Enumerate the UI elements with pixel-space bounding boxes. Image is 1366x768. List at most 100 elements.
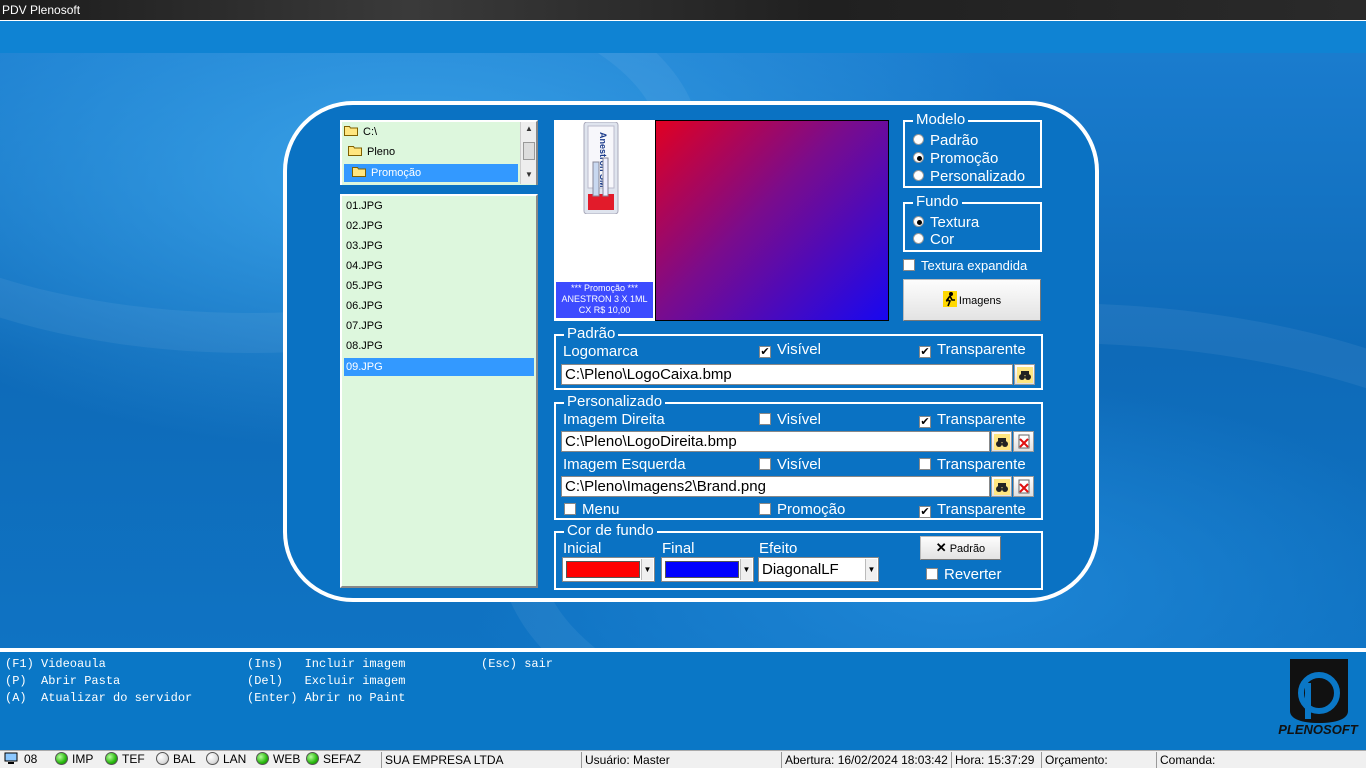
textura-expandida-checkbox[interactable]: Textura expandida	[903, 258, 1027, 274]
modelo-group: Modelo Padrão Promoção Personalizado	[903, 112, 1042, 188]
computer-icon	[4, 752, 18, 764]
shortcut-ins: (Ins) Incluir imagem	[247, 657, 406, 671]
efeito-select[interactable]: DiagonalLF ▼	[758, 557, 879, 582]
checkbox-icon	[919, 458, 931, 470]
binoculars-icon	[994, 479, 1010, 495]
status-web: WEB	[256, 751, 300, 768]
reverter-checkbox[interactable]: Reverter	[926, 567, 1002, 583]
status-led-icon	[156, 752, 169, 765]
folder-scrollbar[interactable]: ▲ ▼	[520, 122, 536, 184]
folder-item-promocao[interactable]: Promoção	[344, 164, 518, 182]
file-item[interactable]: 03.JPG	[344, 237, 534, 255]
clear-direita-button[interactable]	[1013, 431, 1034, 452]
personalizado-transparente-checkbox[interactable]: ✔ Transparente	[919, 502, 1026, 518]
radio-selected-icon	[913, 152, 924, 163]
efeito-label: Efeito	[759, 540, 798, 557]
browse-logomarca-button[interactable]	[1014, 364, 1035, 385]
padrao-reset-button[interactable]: ✕ Padrão	[920, 536, 1001, 560]
radio-selected-icon	[913, 216, 924, 227]
scroll-down-icon[interactable]: ▼	[521, 168, 537, 182]
final-color-swatch	[665, 561, 739, 578]
imagem-esquerda-path-field[interactable]: C:\Pleno\Imagens2\Brand.png	[561, 476, 990, 497]
chevron-down-icon[interactable]: ▼	[641, 559, 653, 580]
personalizado-title: Personalizado	[564, 394, 666, 410]
open-folder-icon	[352, 167, 366, 177]
imagem-direita-label: Imagem Direita	[563, 411, 665, 428]
promocao-checkbox[interactable]: Promoção	[759, 502, 845, 518]
scroll-thumb[interactable]	[523, 142, 535, 160]
image-preview: Anestron SM *** Promoção *** ANESTRON 3 …	[554, 120, 655, 321]
file-item[interactable]: 02.JPG	[344, 217, 534, 235]
radio-textura[interactable]: Textura	[913, 215, 979, 231]
shortcut-a: (A) Atualizar do servidor	[5, 691, 193, 705]
file-item[interactable]: 07.JPG	[344, 317, 534, 335]
status-led-icon	[105, 752, 118, 765]
window-titlebar: PDV Plenosoft	[0, 0, 1366, 20]
shortcut-f1: (F1) Videoaula	[5, 657, 106, 671]
folder-icon	[348, 146, 362, 156]
modelo-title: Modelo	[913, 112, 969, 128]
radio-promocao[interactable]: Promoção	[913, 151, 998, 167]
checkbox-icon	[903, 259, 915, 271]
checkbox-icon	[564, 503, 576, 515]
binoculars-icon	[994, 434, 1010, 450]
radio-padrao[interactable]: Padrão	[913, 133, 978, 149]
imagens-button[interactable]: Imagens	[903, 279, 1041, 321]
file-item[interactable]: 06.JPG	[344, 297, 534, 315]
checkbox-icon	[759, 413, 771, 425]
radio-icon	[913, 233, 924, 244]
file-item[interactable]: 08.JPG	[344, 337, 534, 355]
folder-item-pleno[interactable]: Pleno	[348, 143, 395, 161]
status-lan: LAN	[206, 751, 246, 768]
binoculars-icon	[1017, 367, 1033, 383]
logo-text: PLENOSOFT	[1278, 722, 1358, 737]
esquerda-visivel-checkbox[interactable]: Visível	[759, 457, 821, 473]
efeito-value: DiagonalLF	[762, 561, 839, 578]
radio-personalizado[interactable]: Personalizado	[913, 169, 1025, 185]
chevron-down-icon[interactable]: ▼	[740, 559, 752, 580]
status-led-icon	[206, 752, 219, 765]
chevron-down-icon[interactable]: ▼	[865, 559, 877, 580]
checkbox-checked-icon: ✔	[759, 346, 771, 358]
folder-item-root[interactable]: C:\	[344, 123, 377, 141]
comanda: Comanda:	[1156, 752, 1366, 768]
file-list[interactable]: 01.JPG 02.JPG 03.JPG 04.JPG 05.JPG 06.JP…	[340, 194, 538, 588]
status-bal: BAL	[156, 751, 196, 768]
padrao-visivel-checkbox[interactable]: ✔ Visível	[759, 342, 821, 358]
file-item[interactable]: 04.JPG	[344, 257, 534, 275]
checkbox-icon	[926, 568, 938, 580]
status-led-icon	[55, 752, 68, 765]
status-led-icon	[306, 752, 319, 765]
top-band	[0, 20, 1366, 53]
direita-transparente-checkbox[interactable]: ✔ Transparente	[919, 412, 1026, 428]
logomarca-label: Logomarca	[563, 343, 639, 360]
delete-file-icon	[1018, 434, 1030, 449]
fundo-group: Fundo Textura Cor	[903, 194, 1042, 252]
logomarca-path-field[interactable]: C:\Pleno\LogoCaixa.bmp	[561, 364, 1013, 385]
checkbox-checked-icon: ✔	[919, 346, 931, 358]
file-item[interactable]: 01.JPG	[344, 197, 534, 215]
close-icon: ✕	[935, 540, 947, 555]
checkbox-checked-icon: ✔	[919, 416, 931, 428]
esquerda-transparente-checkbox[interactable]: Transparente	[919, 457, 1026, 473]
shortcut-del: (Del) Excluir imagem	[247, 674, 406, 688]
scroll-up-icon[interactable]: ▲	[521, 122, 537, 136]
radio-cor[interactable]: Cor	[913, 232, 954, 248]
company-name: SUA EMPRESA LTDA	[381, 752, 581, 768]
browse-esquerda-button[interactable]	[991, 476, 1012, 497]
clear-esquerda-button[interactable]	[1013, 476, 1034, 497]
inicial-label: Inicial	[563, 540, 602, 557]
file-item[interactable]: 05.JPG	[344, 277, 534, 295]
hora: Hora: 15:37:29	[951, 752, 1041, 768]
final-label: Final	[662, 540, 695, 557]
menu-checkbox[interactable]: Menu	[564, 502, 620, 518]
final-color-select[interactable]: ▼	[661, 557, 754, 582]
imagem-direita-path-field[interactable]: C:\Pleno\LogoDireita.bmp	[561, 431, 990, 452]
direita-visivel-checkbox[interactable]: Visível	[759, 412, 821, 428]
inicial-color-select[interactable]: ▼	[562, 557, 655, 582]
browse-direita-button[interactable]	[991, 431, 1012, 452]
status-imp: IMP	[55, 751, 93, 768]
terminal-indicator: 08	[4, 751, 37, 768]
padrao-transparente-checkbox[interactable]: ✔ Transparente	[919, 342, 1026, 358]
file-item-selected[interactable]: 09.JPG	[344, 358, 534, 376]
